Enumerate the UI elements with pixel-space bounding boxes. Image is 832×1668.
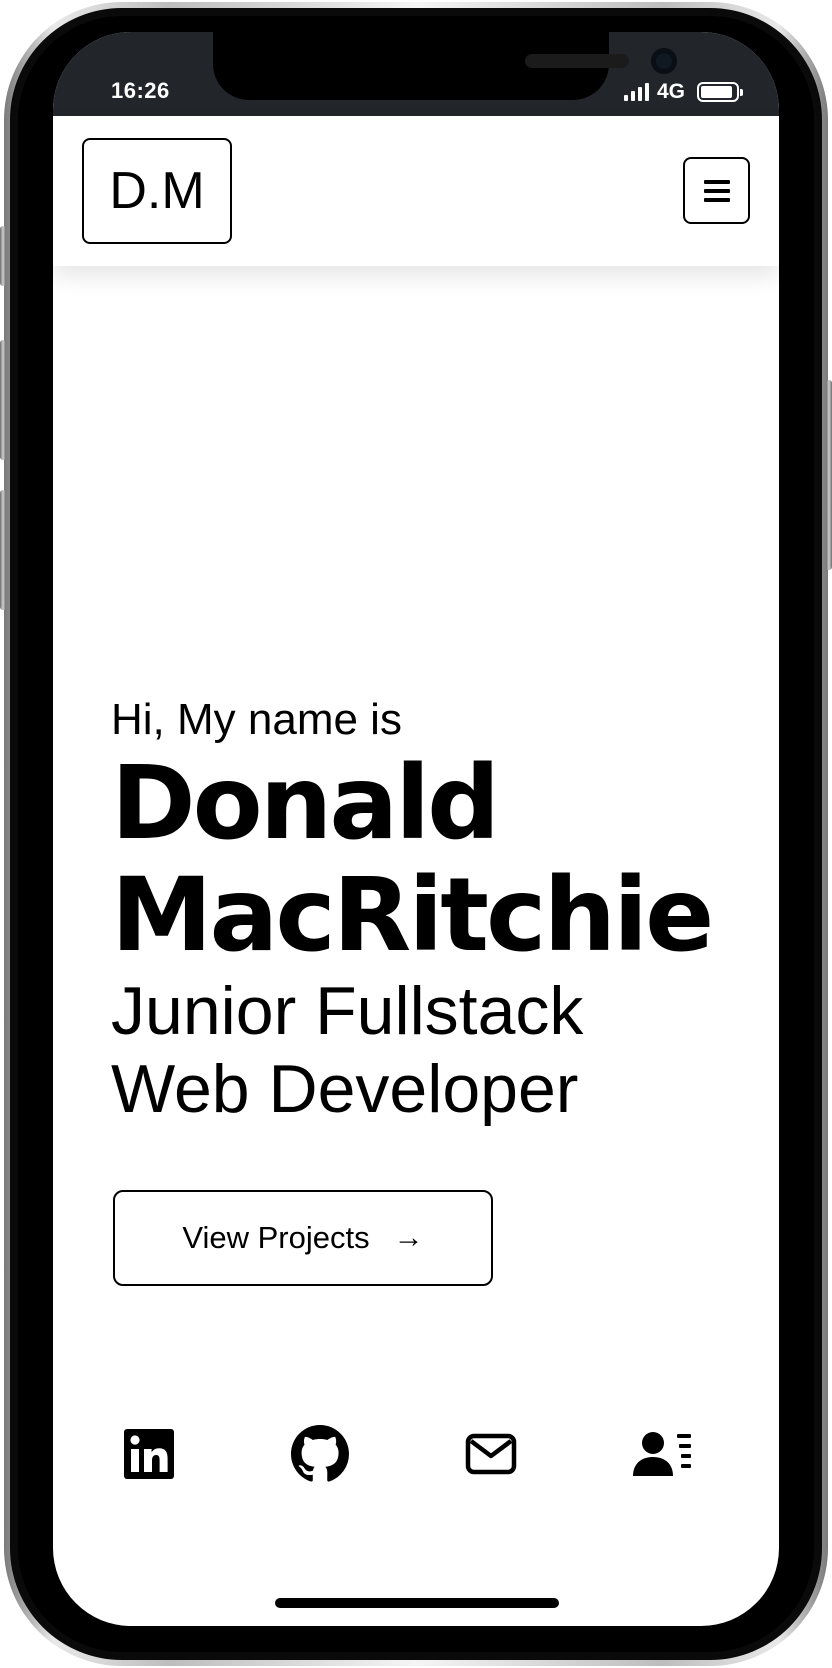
role-line-2: Web Developer bbox=[111, 1051, 579, 1127]
name-first: Donald bbox=[111, 744, 500, 863]
github-link[interactable] bbox=[288, 1422, 352, 1486]
phone-screen: 16:26 4G D.M Hi, My name is Donald MacRi… bbox=[53, 32, 779, 1626]
volume-up-button bbox=[0, 340, 6, 460]
volume-down-button bbox=[0, 490, 6, 610]
hamburger-icon bbox=[703, 179, 730, 202]
role-line-1: Junior Fullstack bbox=[111, 973, 584, 1049]
home-indicator[interactable] bbox=[275, 1598, 559, 1608]
greeting-text: Hi, My name is bbox=[111, 695, 402, 744]
contact-card-icon bbox=[633, 1432, 691, 1476]
battery-level bbox=[701, 86, 732, 98]
github-icon bbox=[291, 1425, 349, 1482]
view-projects-label: View Projects bbox=[182, 1220, 370, 1255]
name-last: MacRitchie bbox=[111, 856, 714, 975]
site-logo[interactable]: D.M bbox=[82, 138, 232, 244]
signal-icon bbox=[623, 83, 649, 101]
status-time: 16:26 bbox=[111, 78, 170, 103]
linkedin-link[interactable] bbox=[117, 1422, 181, 1486]
logo-text: D.M bbox=[109, 162, 205, 220]
arrow-right-icon: → bbox=[393, 1221, 424, 1254]
battery-icon bbox=[697, 82, 743, 102]
notch bbox=[213, 32, 677, 100]
network-label: 4G bbox=[656, 80, 685, 103]
social-links bbox=[53, 1422, 779, 1494]
mute-switch bbox=[0, 226, 6, 286]
power-button bbox=[826, 380, 832, 570]
site-header: D.M bbox=[53, 116, 779, 266]
email-link[interactable] bbox=[459, 1422, 523, 1486]
front-camera bbox=[651, 48, 677, 74]
mail-icon bbox=[465, 1433, 517, 1475]
speaker-grille bbox=[525, 54, 629, 68]
status-indicators: 4G bbox=[623, 80, 743, 104]
menu-button[interactable] bbox=[683, 157, 750, 224]
linkedin-icon bbox=[124, 1429, 174, 1479]
status-bar: 16:26 4G bbox=[53, 32, 779, 116]
contact-link[interactable] bbox=[631, 1422, 695, 1486]
hero-section: Hi, My name is Donald MacRitchie Junior … bbox=[111, 692, 779, 1128]
view-projects-button[interactable]: View Projects → bbox=[113, 1190, 493, 1286]
